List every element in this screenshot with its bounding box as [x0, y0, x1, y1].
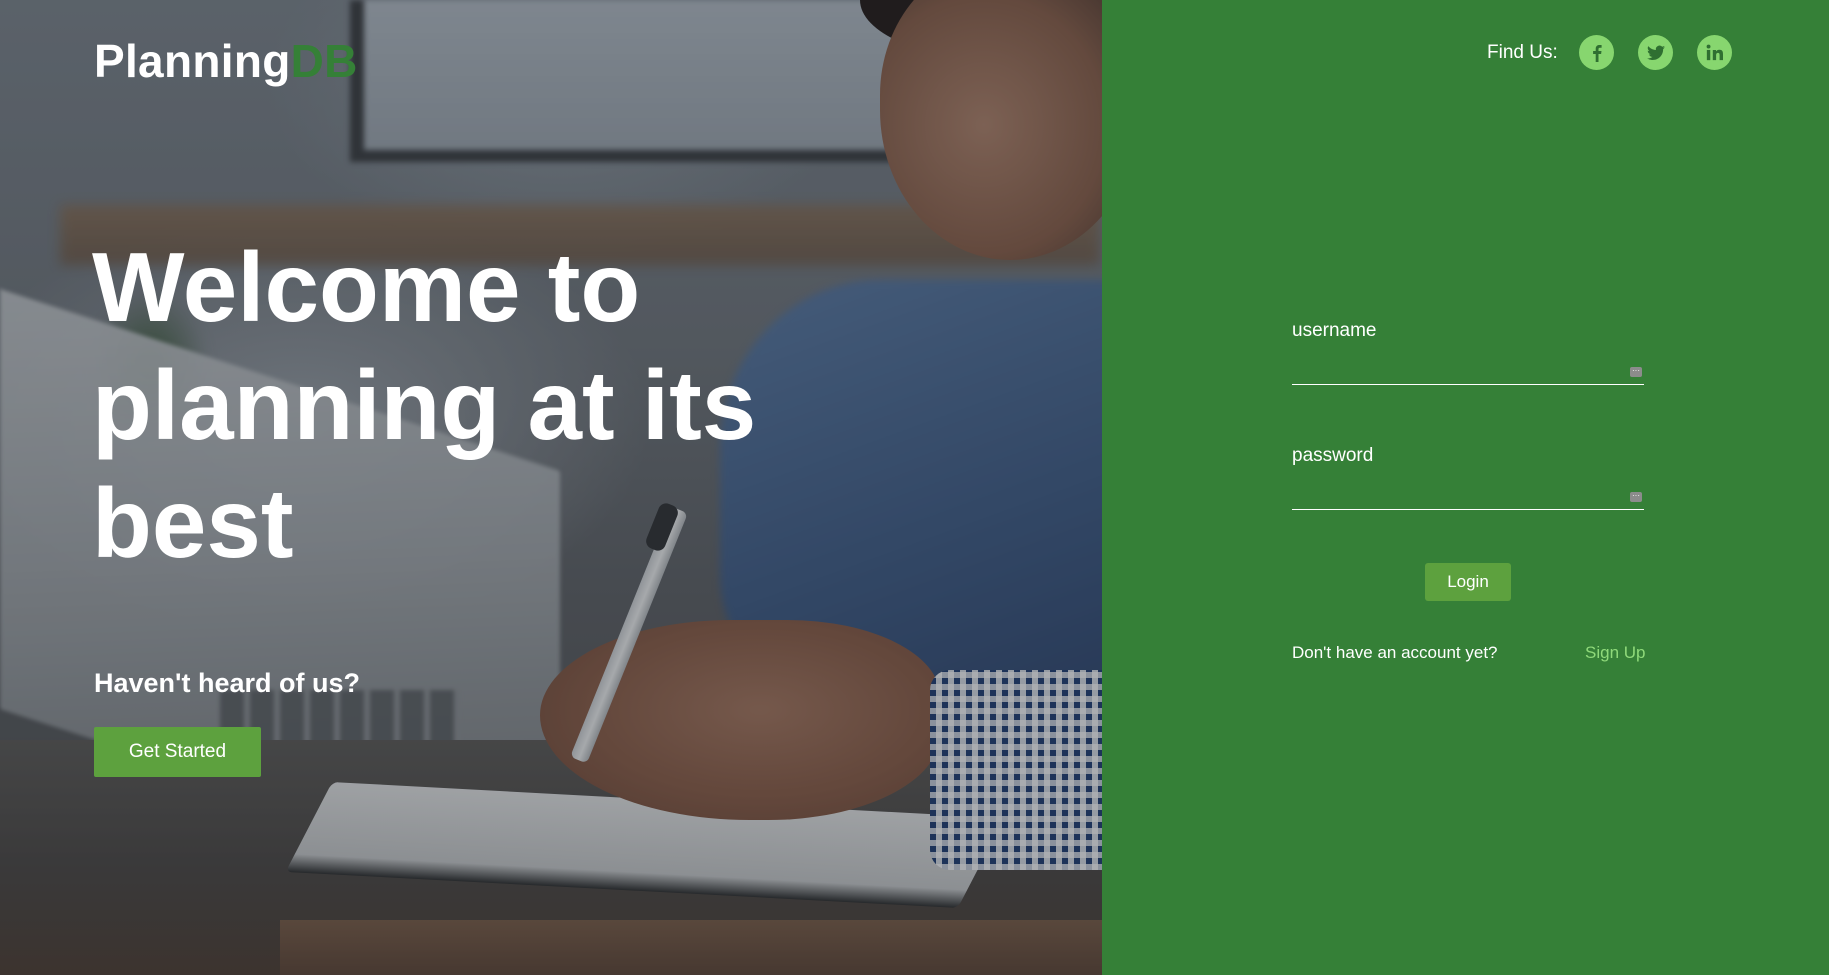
password-field-wrapper: ··· — [1292, 483, 1644, 510]
hero-section: PlanningDB Welcome to planning at its be… — [0, 0, 1102, 975]
login-button[interactable]: Login — [1425, 563, 1511, 601]
username-input[interactable] — [1292, 358, 1612, 382]
landing-page: PlanningDB Welcome to planning at its be… — [0, 0, 1829, 975]
hero-headline: Welcome to planning at its best — [92, 232, 757, 578]
facebook-link[interactable] — [1579, 35, 1614, 70]
twitter-link[interactable] — [1638, 35, 1673, 70]
password-input[interactable] — [1292, 483, 1612, 507]
find-us-label: Find Us: — [1487, 42, 1558, 63]
signup-prompt: Don't have an account yet? — [1292, 643, 1498, 662]
password-manager-icon[interactable]: ··· — [1630, 492, 1642, 502]
username-label: username — [1292, 320, 1377, 341]
get-started-button[interactable]: Get Started — [94, 727, 261, 777]
brand-name-accent: DB — [290, 35, 358, 87]
linkedin-icon — [1706, 44, 1723, 61]
login-panel: Find Us: username ··· password ··· Login… — [1102, 0, 1829, 975]
password-manager-icon[interactable]: ··· — [1630, 367, 1642, 377]
username-field-wrapper: ··· — [1292, 358, 1644, 385]
hero-tagline: Haven't heard of us? — [94, 668, 360, 698]
linkedin-link[interactable] — [1697, 35, 1732, 70]
twitter-icon — [1646, 45, 1665, 60]
facebook-icon — [1592, 44, 1602, 62]
brand-logo: PlanningDB — [94, 34, 358, 88]
signup-link[interactable]: Sign Up — [1585, 643, 1645, 663]
password-label: password — [1292, 445, 1374, 466]
brand-name-main: Planning — [94, 35, 291, 87]
